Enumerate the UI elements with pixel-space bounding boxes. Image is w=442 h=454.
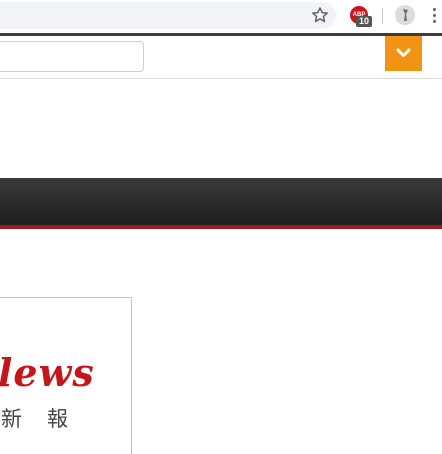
search-input[interactable] (0, 41, 144, 72)
address-bar[interactable] (0, 2, 336, 29)
chevron-down-icon (396, 48, 411, 57)
logo-subtitle: 新 報 (1, 407, 70, 431)
adblock-icon[interactable]: ABP 10 (350, 6, 372, 27)
page: ABP 10 lews 新 報 (0, 0, 442, 454)
avatar[interactable] (395, 5, 415, 25)
logo-wordmark: lews (0, 350, 95, 395)
main-nav-bar (0, 178, 442, 225)
adblock-badge: 10 (356, 16, 372, 27)
more-vert-icon[interactable] (430, 8, 438, 24)
nav-accent-line (0, 225, 442, 229)
header-divider (0, 78, 442, 79)
browser-toolbar: ABP 10 (0, 0, 442, 32)
star-icon[interactable] (310, 5, 330, 25)
browser-separator (0, 33, 442, 36)
toolbar-divider (382, 8, 383, 24)
logo-card[interactable]: lews 新 報 (0, 297, 132, 454)
dropdown-button[interactable] (385, 36, 422, 71)
